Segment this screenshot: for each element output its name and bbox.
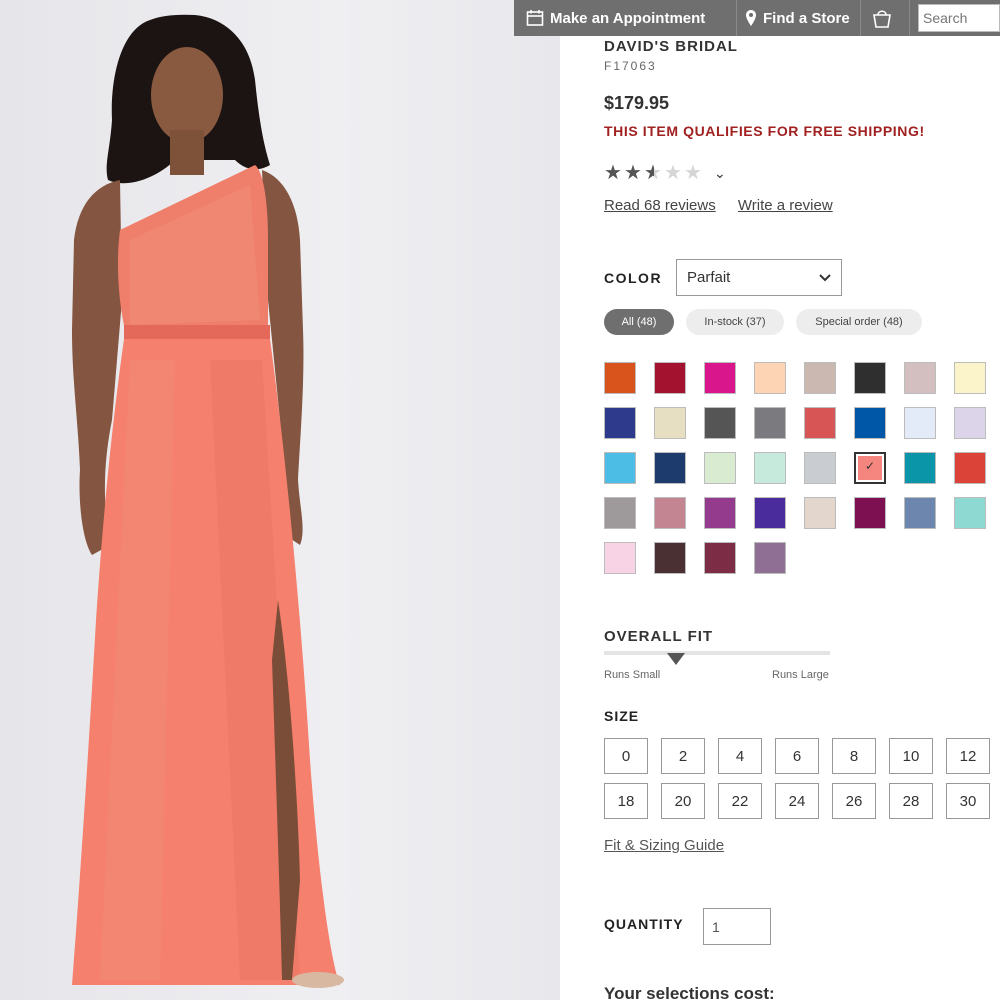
size-option[interactable]: 18	[604, 783, 648, 819]
overall-fit-label: OVERALL FIT	[604, 628, 714, 645]
size-option[interactable]: 6	[775, 738, 819, 774]
color-dropdown[interactable]: Parfait	[676, 259, 842, 296]
find-store-label: Find a Store	[763, 9, 850, 27]
star-icon: ★	[644, 163, 664, 183]
size-option[interactable]: 0	[604, 738, 648, 774]
color-swatch[interactable]	[804, 452, 836, 484]
star-icon: ★	[604, 162, 622, 184]
product-sku: F17063	[604, 59, 657, 73]
size-option[interactable]: 22	[718, 783, 762, 819]
make-appointment-button[interactable]: Make an Appointment	[514, 0, 736, 36]
filter-all[interactable]: All (48)	[604, 309, 674, 335]
size-option[interactable]: 30	[946, 783, 990, 819]
color-swatch[interactable]	[754, 452, 786, 484]
read-reviews-link[interactable]: Read 68 reviews	[604, 197, 716, 214]
size-option[interactable]: 20	[661, 783, 705, 819]
star-icon: ★	[684, 162, 702, 184]
size-option[interactable]: 2	[661, 738, 705, 774]
color-swatch[interactable]	[854, 407, 886, 439]
size-option[interactable]: 24	[775, 783, 819, 819]
map-pin-icon	[746, 10, 756, 26]
size-option[interactable]: 8	[832, 738, 876, 774]
color-swatch[interactable]	[754, 407, 786, 439]
color-swatch[interactable]	[704, 497, 736, 529]
fit-scale-bar	[604, 651, 830, 655]
runs-large-label: Runs Large	[772, 669, 829, 681]
color-swatch[interactable]	[704, 452, 736, 484]
color-swatch[interactable]	[804, 497, 836, 529]
free-shipping-note: THIS ITEM QUALIFIES FOR FREE SHIPPING!	[604, 123, 925, 139]
quantity-input[interactable]	[703, 908, 771, 945]
make-appointment-label: Make an Appointment	[550, 9, 706, 27]
color-swatch[interactable]	[604, 542, 636, 574]
color-swatch[interactable]	[804, 407, 836, 439]
fit-sizing-guide-link[interactable]: Fit & Sizing Guide	[604, 837, 724, 854]
color-swatch[interactable]	[704, 362, 736, 394]
color-swatch[interactable]	[954, 497, 986, 529]
color-selected-value: Parfait	[687, 269, 731, 286]
rating-stars[interactable]: ★ ★ ★ ★ ★ ⌄	[604, 163, 726, 183]
color-swatch[interactable]	[604, 407, 636, 439]
color-swatch[interactable]	[904, 407, 936, 439]
size-option[interactable]: 28	[889, 783, 933, 819]
color-swatch[interactable]	[854, 497, 886, 529]
color-swatch[interactable]	[654, 497, 686, 529]
quantity-label: QUANTITY	[604, 916, 684, 932]
size-option[interactable]: 10	[889, 738, 933, 774]
star-icon: ★	[664, 162, 682, 184]
color-swatch[interactable]	[904, 452, 936, 484]
top-utility-bar: Make an Appointment Find a Store	[514, 0, 1000, 36]
calendar-icon	[526, 10, 544, 26]
color-swatch[interactable]	[654, 542, 686, 574]
color-swatch[interactable]	[904, 497, 936, 529]
color-swatch[interactable]	[954, 362, 986, 394]
color-swatch[interactable]	[654, 407, 686, 439]
color-swatch[interactable]	[704, 407, 736, 439]
shopping-bag-icon	[873, 10, 891, 28]
color-swatch[interactable]	[604, 497, 636, 529]
runs-small-label: Runs Small	[604, 669, 661, 681]
model-dress-image	[72, 14, 344, 988]
check-icon: ✓	[865, 459, 876, 473]
color-swatch[interactable]	[604, 452, 636, 484]
review-links: Read 68 reviews Write a review	[604, 197, 851, 214]
write-review-link[interactable]: Write a review	[738, 197, 833, 214]
filter-in-stock[interactable]: In-stock (37)	[686, 309, 784, 335]
brand-name: DAVID'S BRIDAL	[604, 38, 738, 55]
find-store-button[interactable]: Find a Store	[736, 0, 860, 36]
chevron-down-icon[interactable]: ⌄	[714, 165, 726, 182]
color-swatch[interactable]	[754, 497, 786, 529]
size-label: SIZE	[604, 708, 640, 724]
color-swatch[interactable]: ✓	[854, 452, 886, 484]
size-option[interactable]: 12	[946, 738, 990, 774]
search-input[interactable]	[918, 4, 1000, 32]
color-swatch[interactable]	[654, 362, 686, 394]
color-swatch[interactable]	[754, 542, 786, 574]
product-photo	[0, 0, 560, 1000]
size-option[interactable]: 4	[718, 738, 762, 774]
color-swatch[interactable]	[604, 362, 636, 394]
color-swatch[interactable]	[954, 407, 986, 439]
selections-cost-label: Your selections cost:	[604, 984, 775, 1003]
color-swatch[interactable]	[904, 362, 936, 394]
color-swatch[interactable]	[654, 452, 686, 484]
color-swatch[interactable]	[954, 452, 986, 484]
fit-indicator	[667, 653, 686, 665]
color-filter-pills: All (48) In-stock (37) Special order (48…	[604, 309, 934, 335]
color-swatch[interactable]	[804, 362, 836, 394]
filter-special-order[interactable]: Special order (48)	[796, 309, 922, 335]
product-price: $179.95	[604, 93, 670, 113]
shopping-bag-button[interactable]	[860, 0, 910, 36]
chevron-down-icon	[819, 273, 831, 281]
size-option[interactable]: 26	[832, 783, 876, 819]
color-swatch[interactable]	[754, 362, 786, 394]
color-label: COLOR	[604, 270, 663, 286]
color-swatch[interactable]	[854, 362, 886, 394]
star-icon: ★	[624, 162, 642, 184]
color-swatch[interactable]	[704, 542, 736, 574]
